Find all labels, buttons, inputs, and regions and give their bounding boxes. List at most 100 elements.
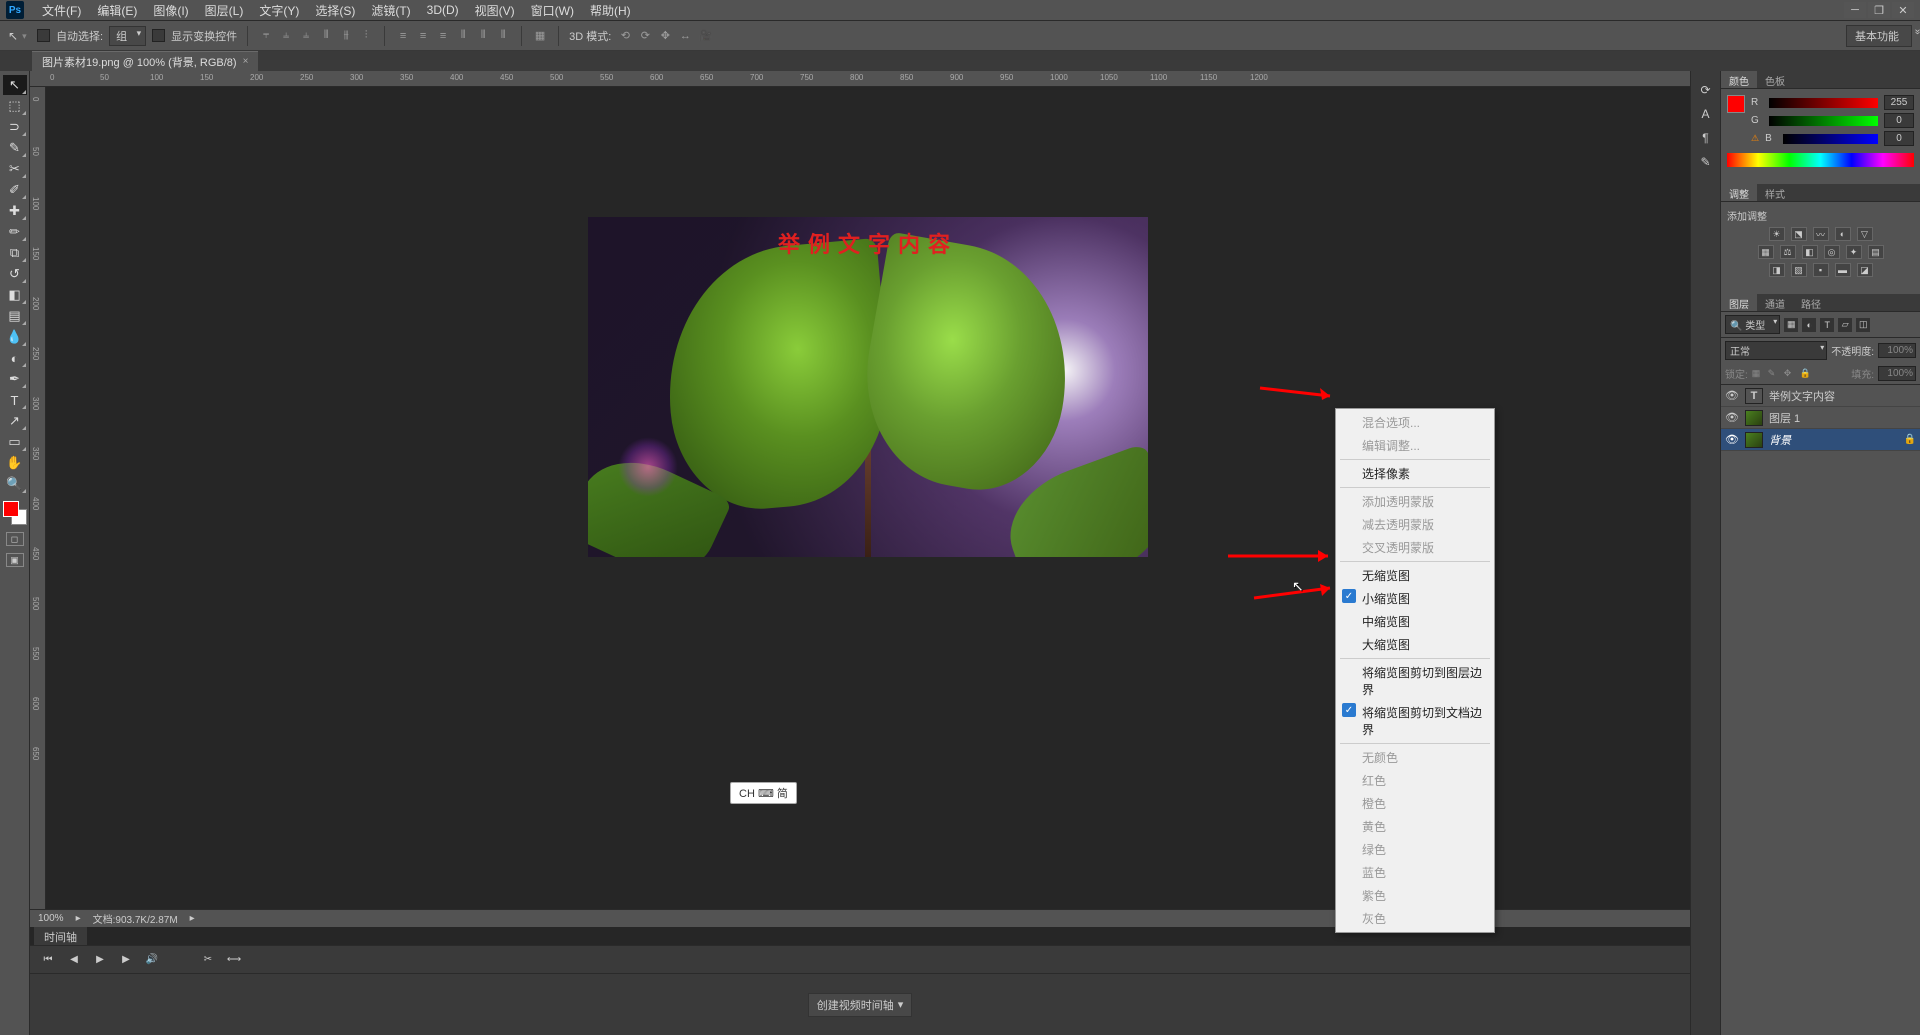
tab-styles[interactable]: 样式 [1757,184,1793,201]
auto-select-checkbox[interactable] [37,29,50,42]
document-tab[interactable]: 图片素材19.png @ 100% (背景, RGB/8) × [32,51,258,71]
color-swatches[interactable] [3,501,27,525]
history-brush-tool[interactable]: ↺ [3,264,27,284]
menu-help[interactable]: 帮助(H) [582,0,639,21]
align-vcenter-icon[interactable]: ⫨ [278,28,294,44]
levels-icon[interactable]: ⬔ [1791,227,1807,241]
pen-tool[interactable]: ✒ [3,369,27,389]
zoom-tool[interactable]: 🔍 [3,474,27,494]
g-slider[interactable] [1769,116,1878,126]
photo-filter-icon[interactable]: ◎ [1824,245,1840,259]
foreground-color[interactable] [3,501,19,517]
brush-panel-icon[interactable]: ✎ [1697,153,1715,171]
menu-edit[interactable]: 编辑(E) [89,0,145,21]
filter-shape-icon[interactable]: ▱ [1838,318,1852,332]
brush-tool[interactable]: ✏ [3,222,27,242]
quick-mask-icon[interactable]: ◻ [6,532,24,546]
menu-layer[interactable]: 图层(L) [197,0,252,21]
filter-adjust-icon[interactable]: ◐ [1802,318,1816,332]
context-menu-item[interactable]: 无缩览图 [1336,564,1494,587]
posterize-icon[interactable]: ▧ [1791,263,1807,277]
auto-align-icon[interactable]: ▦ [532,28,548,44]
doc-info-arrow[interactable]: ▸ [190,913,195,924]
lock-trans-icon[interactable]: ▦ [1752,368,1764,380]
align-top-icon[interactable]: ⫧ [258,28,274,44]
window-maximize[interactable]: ❐ [1868,2,1890,18]
layer-item-text[interactable]: 👁 T 举例文字内容 [1721,385,1920,407]
workspace-switcher[interactable]: 基本功能 [1846,25,1912,47]
layer-name[interactable]: 背景 [1769,432,1791,448]
para-panel-icon[interactable]: ¶ [1697,129,1715,147]
align-right-icon[interactable]: ⫶ [358,28,374,44]
fill-input[interactable]: 100% [1878,366,1916,381]
layer-item-image[interactable]: 👁 图层 1 [1721,407,1920,429]
crop-tool[interactable]: ✂ [3,159,27,179]
lock-pixel-icon[interactable]: ✎ [1768,368,1780,380]
tab-adjust[interactable]: 调整 [1721,184,1757,201]
lock-all-icon[interactable]: 🔒 [1800,368,1812,380]
menu-3d[interactable]: 3D(D) [419,1,467,19]
3d-roll-icon[interactable]: ⟳ [637,28,653,44]
eyedropper-tool[interactable]: ✐ [3,180,27,200]
tab-channels[interactable]: 通道 [1757,294,1793,311]
menu-select[interactable]: 选择(S) [307,0,363,21]
dist-bottom-icon[interactable]: ≡ [435,28,451,44]
context-menu-item[interactable]: 将缩览图剪切到文档边界✓ [1336,701,1494,741]
split-icon[interactable]: ✂ [200,952,216,968]
lookup-icon[interactable]: ▤ [1868,245,1884,259]
layer-name[interactable]: 图层 1 [1769,410,1800,426]
curves-icon[interactable]: 〰 [1813,227,1829,241]
gradient-map-icon[interactable]: ▬ [1835,263,1851,277]
clone-tool[interactable]: ⧉ [3,243,27,263]
dist-top-icon[interactable]: ≡ [395,28,411,44]
3d-orbit-icon[interactable]: ⟲ [617,28,633,44]
auto-select-target[interactable]: 组 [109,26,146,46]
dodge-tool[interactable]: ◐ [3,348,27,368]
gradient-tool[interactable]: ▤ [3,306,27,326]
r-value[interactable]: 255 [1884,95,1914,110]
bw-icon[interactable]: ◧ [1802,245,1818,259]
show-transform-checkbox[interactable] [152,29,165,42]
fg-swatch[interactable] [1727,95,1745,113]
filter-pixel-icon[interactable]: ▦ [1784,318,1798,332]
layer-item-background[interactable]: 👁 背景 🔒 [1721,429,1920,451]
filter-type-icon[interactable]: T [1820,318,1834,332]
close-icon[interactable]: × [243,56,249,67]
healing-tool[interactable]: ✚ [3,201,27,221]
tool-preset[interactable]: ↖ ▾ [8,29,31,43]
b-value[interactable]: 0 [1884,131,1914,146]
threshold-icon[interactable]: ▪ [1813,263,1829,277]
blur-tool[interactable]: 💧 [3,327,27,347]
dist-hcenter-icon[interactable]: ⦀ [475,28,491,44]
window-close[interactable]: ✕ [1892,2,1914,18]
visibility-icon[interactable]: 👁 [1725,411,1739,424]
dist-left-icon[interactable]: ⦀ [455,28,471,44]
menu-type[interactable]: 文字(Y) [251,0,307,21]
exposure-icon[interactable]: ◐ [1835,227,1851,241]
marquee-tool[interactable]: ⬚ [3,96,27,116]
menu-image[interactable]: 图像(I) [145,0,196,21]
goto-first-icon[interactable]: ⏮ [40,952,56,968]
b-slider[interactable] [1783,134,1878,144]
blend-mode-select[interactable]: 正常 [1725,341,1827,360]
3d-pan-icon[interactable]: ✥ [657,28,673,44]
doc-info[interactable]: 文档:903.7K/2.87M [93,911,178,926]
history-icon[interactable]: ⟳ [1697,81,1715,99]
hue-icon[interactable]: ▦ [1758,245,1774,259]
visibility-icon[interactable]: 👁 [1725,433,1739,446]
balance-icon[interactable]: ⚖ [1780,245,1796,259]
ruler-horizontal[interactable]: 0501001502002503003504004505005506006507… [30,71,1690,87]
align-left-icon[interactable]: ⫴ [318,28,334,44]
layer-thumb[interactable] [1745,432,1763,448]
transition-icon[interactable]: ⟷ [226,952,242,968]
filter-smart-icon[interactable]: ◫ [1856,318,1870,332]
ruler-vertical[interactable]: 050100150200250300350400450500550600650 [30,87,46,909]
next-frame-icon[interactable]: ▶ [118,952,134,968]
visibility-icon[interactable]: 👁 [1725,389,1739,402]
nav-icon[interactable]: ▸ [76,913,81,924]
3d-slide-icon[interactable]: ↔ [677,28,693,44]
audio-icon[interactable]: 🔊 [144,952,160,968]
menu-window[interactable]: 窗口(W) [523,0,582,21]
tab-swatches[interactable]: 色板 [1757,71,1793,88]
dist-vcenter-icon[interactable]: ≡ [415,28,431,44]
